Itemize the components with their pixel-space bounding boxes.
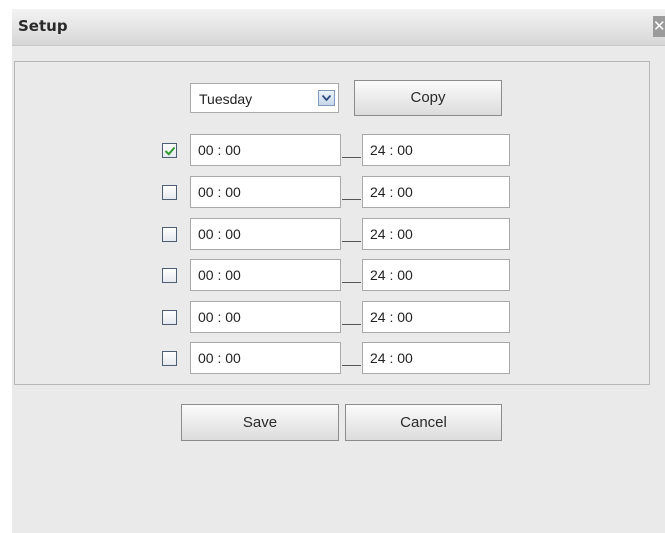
day-select-value: Tuesday: [199, 91, 253, 107]
range-dash: [342, 324, 361, 325]
close-button[interactable]: ✕: [653, 16, 665, 37]
period-start-input[interactable]: 00 : 00: [190, 218, 341, 250]
period-row: 00 : 00 24 : 00: [0, 342, 665, 374]
copy-button[interactable]: Copy: [354, 80, 502, 116]
period-start-input[interactable]: 00 : 00: [190, 259, 341, 291]
dialog-title: Setup: [18, 17, 68, 35]
chevron-down-icon[interactable]: [318, 90, 335, 106]
close-icon: ✕: [653, 18, 665, 35]
range-dash: [342, 365, 361, 366]
period-enable-checkbox[interactable]: [162, 351, 177, 366]
title-bar: Setup ✕: [12, 9, 665, 46]
period-start-input[interactable]: 00 : 00: [190, 301, 341, 333]
range-dash: [342, 157, 361, 158]
period-enable-checkbox[interactable]: [162, 143, 177, 158]
period-enable-checkbox[interactable]: [162, 227, 177, 242]
period-enable-checkbox[interactable]: [162, 185, 177, 200]
period-start-input[interactable]: 00 : 00: [190, 342, 341, 374]
period-row: 00 : 00 24 : 00: [0, 301, 665, 333]
day-select[interactable]: Tuesday: [190, 83, 339, 113]
period-start-input[interactable]: 00 : 00: [190, 134, 341, 166]
period-end-input[interactable]: 24 : 00: [362, 218, 510, 250]
save-button[interactable]: Save: [181, 404, 339, 441]
period-end-input[interactable]: 24 : 00: [362, 301, 510, 333]
period-end-input[interactable]: 24 : 00: [362, 342, 510, 374]
period-row: 00 : 00 24 : 00: [0, 176, 665, 208]
range-dash: [342, 199, 361, 200]
period-end-input[interactable]: 24 : 00: [362, 259, 510, 291]
period-end-input[interactable]: 24 : 00: [362, 134, 510, 166]
range-dash: [342, 241, 361, 242]
period-row: 00 : 00 24 : 00: [0, 134, 665, 166]
period-row: 00 : 00 24 : 00: [0, 259, 665, 291]
check-icon: [164, 146, 176, 156]
cancel-button[interactable]: Cancel: [345, 404, 502, 441]
period-start-input[interactable]: 00 : 00: [190, 176, 341, 208]
period-end-input[interactable]: 24 : 00: [362, 176, 510, 208]
period-enable-checkbox[interactable]: [162, 310, 177, 325]
period-enable-checkbox[interactable]: [162, 268, 177, 283]
period-row: 00 : 00 24 : 00: [0, 218, 665, 250]
range-dash: [342, 282, 361, 283]
